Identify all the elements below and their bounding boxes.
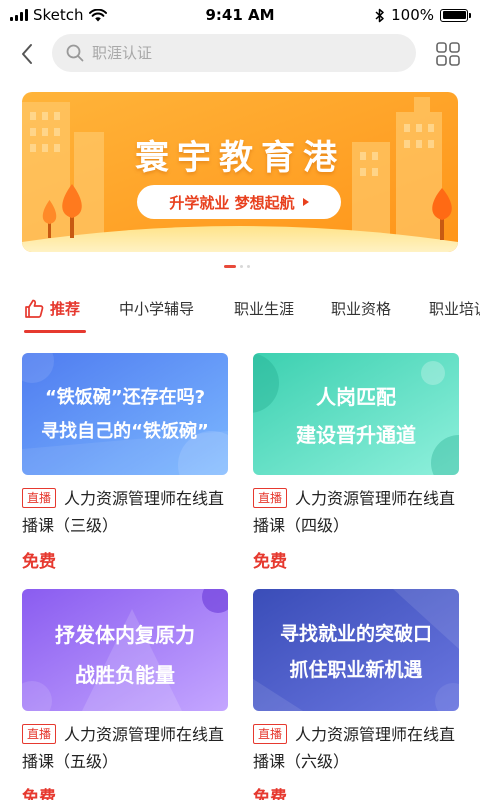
search-input[interactable]: [92, 44, 392, 62]
course-card[interactable]: “铁饭碗”还存在吗? 寻找自己的“铁饭碗” 直播 人力资源管理师在线直播课（三级）…: [22, 353, 228, 572]
grid-icon: [436, 42, 460, 66]
course-thumbnail: 人岗匹配 建设晋升通道: [253, 353, 459, 475]
thumbnail-headline: 人岗匹配: [316, 385, 396, 409]
course-price: 免费: [253, 552, 287, 572]
status-right: 100%: [375, 6, 471, 24]
header: [0, 32, 480, 76]
pagination-dot: [247, 265, 250, 268]
thumbnail-subline: 建设晋升通道: [296, 423, 416, 447]
battery-percent: 100%: [391, 6, 434, 24]
search-box[interactable]: [52, 34, 416, 72]
play-arrow-icon: [302, 198, 309, 206]
tab-label: 推荐: [50, 300, 81, 318]
live-badge: 直播: [253, 724, 288, 744]
course-thumbnail: 抒发体内复原力 战胜负能量: [22, 589, 228, 711]
promo-banner[interactable]: 寰宇教育港 升学就业 梦想起航: [22, 92, 458, 252]
thumbnail-headline: 寻找就业的突破口: [279, 623, 432, 645]
course-price: 免费: [22, 552, 56, 572]
live-badge: 直播: [22, 488, 57, 508]
thumbnail-subline: 战胜负能量: [75, 663, 175, 687]
course-card[interactable]: 人岗匹配 建设晋升通道 直播 人力资源管理师在线直播课（四级） 免费: [253, 353, 459, 572]
live-badge: 直播: [253, 488, 288, 508]
thumbnail-subline: 抓住职业新机遇: [289, 659, 423, 681]
category-tabs: 推荐 中小学辅导 职业生涯 职业资格 职业培训: [0, 292, 480, 338]
course-price: 免费: [253, 788, 287, 800]
thumbs-up-icon: [25, 299, 44, 318]
back-button[interactable]: [14, 40, 40, 68]
active-tab-indicator: [24, 330, 86, 333]
banner-subtitle: 升学就业 梦想起航: [169, 193, 295, 212]
chevron-left-icon: [22, 44, 32, 64]
tab-qualification[interactable]: 职业资格: [331, 298, 391, 319]
thumbnail-subline: 寻找自己的“铁饭碗”: [41, 421, 209, 442]
thumbnail-headline: “铁饭碗”还存在吗?: [44, 387, 206, 408]
course-card[interactable]: 寻找就业的突破口 抓住职业新机遇 直播 人力资源管理师在线直播课（六级） 免费: [253, 589, 459, 800]
category-grid-button[interactable]: [434, 40, 462, 68]
tab-career[interactable]: 职业生涯: [234, 298, 294, 319]
course-thumbnail: 寻找就业的突破口 抓住职业新机遇: [253, 589, 459, 711]
course-card[interactable]: 抒发体内复原力 战胜负能量 直播 人力资源管理师在线直播课（五级） 免费: [22, 589, 228, 800]
course-thumbnail: “铁饭碗”还存在吗? 寻找自己的“铁饭碗”: [22, 353, 228, 475]
tab-training[interactable]: 职业培训: [429, 298, 480, 319]
status-bar: Sketch 9:41 AM 100%: [0, 0, 480, 30]
pagination-dot: [240, 265, 243, 268]
live-badge: 直播: [22, 724, 57, 744]
thumbnail-headline: 抒发体内复原力: [55, 623, 195, 647]
banner-cta-button[interactable]: 升学就业 梦想起航: [137, 185, 341, 219]
course-title: 直播 人力资源管理师在线直播课（四级）: [253, 485, 459, 539]
course-title: 直播 人力资源管理师在线直播课（三级）: [22, 485, 228, 539]
course-title: 直播 人力资源管理师在线直播课（五级）: [22, 721, 228, 775]
tab-k12-tutoring[interactable]: 中小学辅导: [119, 298, 194, 319]
battery-fill: [442, 11, 466, 19]
banner-pagination: [224, 265, 250, 268]
bluetooth-icon: [375, 8, 384, 22]
pagination-dot-active: [224, 265, 236, 268]
tab-recommend[interactable]: 推荐: [24, 298, 80, 319]
battery-icon: [440, 8, 471, 22]
search-icon: [66, 44, 84, 62]
course-title: 直播 人力资源管理师在线直播课（六级）: [253, 721, 459, 775]
course-price: 免费: [22, 788, 56, 800]
banner-title: 寰宇教育港: [135, 138, 345, 178]
